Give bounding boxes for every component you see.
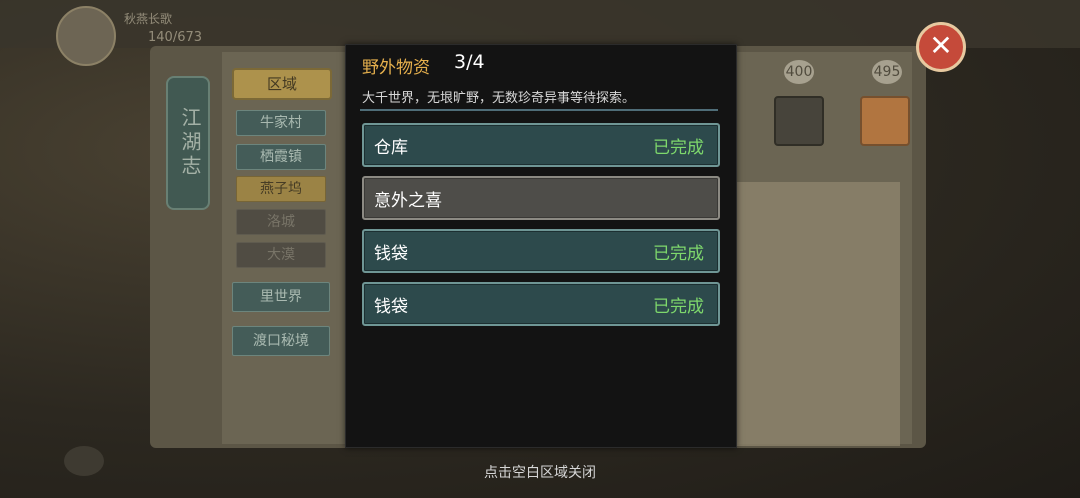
- supply-item-label: 意外之喜: [374, 191, 442, 211]
- checkmark-icon: [774, 96, 824, 146]
- divider: [360, 109, 718, 111]
- close-icon[interactable]: ✕: [916, 22, 966, 72]
- close-hint: 点击空白区域关闭: [484, 465, 596, 481]
- supply-item[interactable]: 钱袋 已完成: [362, 229, 720, 273]
- dialog-title: 野外物资: [362, 58, 430, 78]
- inner-world-button: 里世界: [232, 282, 330, 312]
- journal-spine-title: 江湖志: [166, 76, 210, 210]
- location-item: 栖霞镇: [236, 144, 326, 170]
- reward-icon: [860, 96, 910, 146]
- dialog-progress-count: 3/4: [454, 51, 485, 73]
- status-badge: 已完成: [653, 297, 704, 317]
- region-tab: 区域: [232, 68, 332, 100]
- location-item: 牛家村: [236, 110, 326, 136]
- supply-item-label: 钱袋: [374, 297, 408, 317]
- supply-item[interactable]: 意外之喜: [362, 176, 720, 220]
- player-hp: 140/673: [148, 30, 203, 45]
- location-item: 燕子坞: [236, 176, 326, 202]
- region-map: [730, 182, 900, 446]
- supply-item-label: 仓库: [374, 138, 408, 158]
- player-name: 秋燕长歌: [124, 12, 173, 26]
- status-badge: 已完成: [653, 138, 704, 158]
- ferry-realm-button: 渡口秘境: [232, 326, 330, 356]
- supply-item[interactable]: 钱袋 已完成: [362, 282, 720, 326]
- score-marker: 495: [872, 60, 902, 84]
- location-item: 洛城: [236, 209, 326, 235]
- status-badge: 已完成: [653, 244, 704, 264]
- score-marker: 400: [784, 60, 814, 84]
- location-item: 大漠: [236, 242, 326, 268]
- supply-item[interactable]: 仓库 已完成: [362, 123, 720, 167]
- field-supplies-dialog: 野外物资 3/4 大千世界，无垠旷野，无数珍奇异事等待探索。 仓库 已完成 意外…: [345, 44, 737, 448]
- dialog-description: 大千世界，无垠旷野，无数珍奇异事等待探索。: [362, 91, 636, 106]
- supply-item-label: 钱袋: [374, 244, 408, 264]
- player-avatar: [56, 6, 116, 66]
